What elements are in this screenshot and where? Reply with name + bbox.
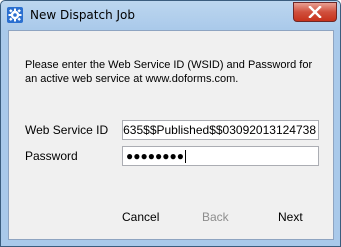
password-value: ●●●●●●●● xyxy=(126,149,186,164)
wsid-value: 1203635$$Published$$03092013124738 xyxy=(123,123,316,137)
wsid-label: Web Service ID xyxy=(25,123,109,137)
text-caret xyxy=(184,150,186,164)
back-button[interactable]: Back xyxy=(202,210,229,224)
close-icon xyxy=(308,6,322,18)
dialog-window: New Dispatch Job Please enter the Web Se… xyxy=(0,0,341,247)
password-input[interactable]: ●●●●●●●● xyxy=(122,146,319,166)
dialog-body: Please enter the Web Service ID (WSID) a… xyxy=(8,30,334,240)
close-button[interactable] xyxy=(293,2,337,22)
window-title: New Dispatch Job xyxy=(30,8,136,22)
title-bar[interactable]: New Dispatch Job xyxy=(1,1,340,30)
next-button[interactable]: Next xyxy=(278,210,303,224)
cancel-button[interactable]: Cancel xyxy=(122,210,159,224)
password-label: Password xyxy=(25,149,78,163)
gear-icon xyxy=(7,7,23,23)
instruction-text: Please enter the Web Service ID (WSID) a… xyxy=(25,59,313,85)
wsid-input[interactable]: 1203635$$Published$$03092013124738 xyxy=(122,120,319,140)
